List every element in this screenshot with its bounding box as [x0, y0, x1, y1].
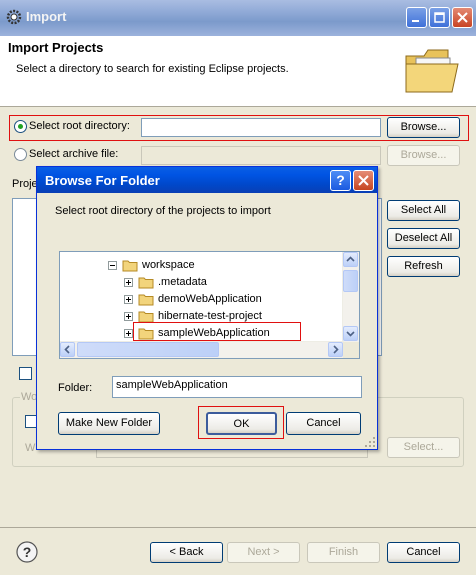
refresh-button[interactable]: Refresh	[387, 256, 460, 277]
working-sets-select-button[interactable]: Select...	[387, 437, 460, 458]
close-icon	[358, 175, 369, 186]
tree-node-label: .metadata	[158, 276, 207, 288]
root-directory-label: Select root directory:	[29, 120, 130, 132]
minimize-icon	[412, 20, 419, 22]
cancel-button[interactable]: Cancel	[387, 542, 460, 563]
close-button[interactable]	[452, 7, 473, 28]
expand-icon[interactable]	[124, 329, 133, 338]
horizontal-scroll-thumb[interactable]	[77, 342, 219, 357]
folder-label: Folder:	[58, 382, 93, 394]
tree-node-label: hibernate-test-project	[158, 310, 262, 322]
scroll-down-button[interactable]	[343, 326, 358, 341]
maximize-icon	[434, 12, 445, 23]
copy-projects-checkbox[interactable]	[19, 367, 32, 380]
page-description: Select a directory to search for existin…	[16, 63, 289, 75]
archive-file-radio[interactable]	[14, 148, 27, 161]
svg-text:?: ?	[23, 544, 32, 560]
page-title: Import Projects	[8, 40, 104, 55]
expand-icon[interactable]	[124, 278, 133, 287]
eclipse-gear-icon	[6, 9, 22, 25]
minimize-button[interactable]	[406, 7, 427, 28]
dialog-close-button[interactable]	[353, 170, 374, 191]
help-icon[interactable]: ?	[16, 541, 38, 563]
dialog-description: Select root directory of the projects to…	[55, 205, 271, 217]
scroll-right-button[interactable]	[328, 342, 343, 357]
tree-horizontal-scrollbar[interactable]	[60, 341, 344, 358]
archive-file-input[interactable]	[141, 146, 381, 165]
expand-icon[interactable]	[124, 312, 133, 321]
make-new-folder-button[interactable]: Make New Folder	[58, 412, 160, 435]
working-sets-field-label: W	[25, 442, 36, 454]
wizard-header: Import Projects Select a directory to se…	[0, 36, 476, 107]
next-button[interactable]: Next >	[227, 542, 300, 563]
scroll-up-button[interactable]	[343, 252, 358, 267]
finish-button[interactable]: Finish	[307, 542, 380, 563]
folder-icon	[138, 294, 154, 306]
dialog-cancel-button[interactable]: Cancel	[286, 412, 361, 435]
ok-button[interactable]: OK	[206, 412, 277, 435]
expand-icon[interactable]	[124, 295, 133, 304]
scroll-left-button[interactable]	[60, 342, 75, 357]
folder-icon	[138, 277, 154, 289]
question-icon: ?	[336, 172, 345, 188]
root-directory-input[interactable]	[141, 118, 381, 137]
deselect-all-button[interactable]: Deselect All	[387, 228, 460, 249]
import-folder-icon	[405, 49, 459, 93]
projects-label: Proje	[12, 178, 38, 190]
tree-node-label: workspace	[142, 259, 195, 271]
back-button[interactable]: < Back	[150, 542, 223, 563]
chevron-up-icon	[346, 256, 355, 262]
chevron-down-icon	[346, 331, 355, 337]
chevron-right-icon	[333, 345, 339, 354]
browse-archive-button[interactable]: Browse...	[387, 145, 460, 166]
root-directory-radio[interactable]	[14, 120, 27, 133]
window-titlebar[interactable]: Import	[0, 0, 476, 36]
close-icon	[457, 12, 468, 23]
tree-vertical-scrollbar[interactable]	[342, 252, 359, 342]
archive-file-label: Select archive file:	[29, 148, 119, 160]
chevron-left-icon	[64, 345, 70, 354]
folder-input[interactable]: sampleWebApplication	[112, 376, 362, 398]
resize-grip-icon[interactable]	[364, 436, 376, 448]
browse-folder-dialog: Browse For Folder ? Select root director…	[36, 166, 378, 450]
maximize-button[interactable]	[429, 7, 450, 28]
tree-node[interactable]: .metadata	[124, 275, 354, 291]
footer-divider	[0, 527, 476, 528]
dialog-titlebar[interactable]: Browse For Folder ?	[37, 167, 377, 193]
browse-root-button[interactable]: Browse...	[387, 117, 460, 138]
tree-node-label: demoWebApplication	[158, 293, 262, 305]
scroll-corner	[343, 342, 359, 358]
selected-folder-highlight	[133, 322, 301, 341]
collapse-icon[interactable]	[108, 261, 117, 270]
dialog-title: Browse For Folder	[45, 173, 160, 188]
tree-node[interactable]: demoWebApplication	[124, 292, 354, 308]
folder-open-icon	[122, 260, 138, 272]
folder-tree[interactable]: sampleWebApplication hibernate-test-proje…	[59, 251, 360, 359]
select-all-button[interactable]: Select All	[387, 200, 460, 221]
window-title: Import	[26, 9, 67, 24]
dialog-help-button[interactable]: ?	[330, 170, 351, 191]
vertical-scroll-thumb[interactable]	[343, 270, 358, 292]
tree-node[interactable]: workspace	[108, 258, 338, 274]
